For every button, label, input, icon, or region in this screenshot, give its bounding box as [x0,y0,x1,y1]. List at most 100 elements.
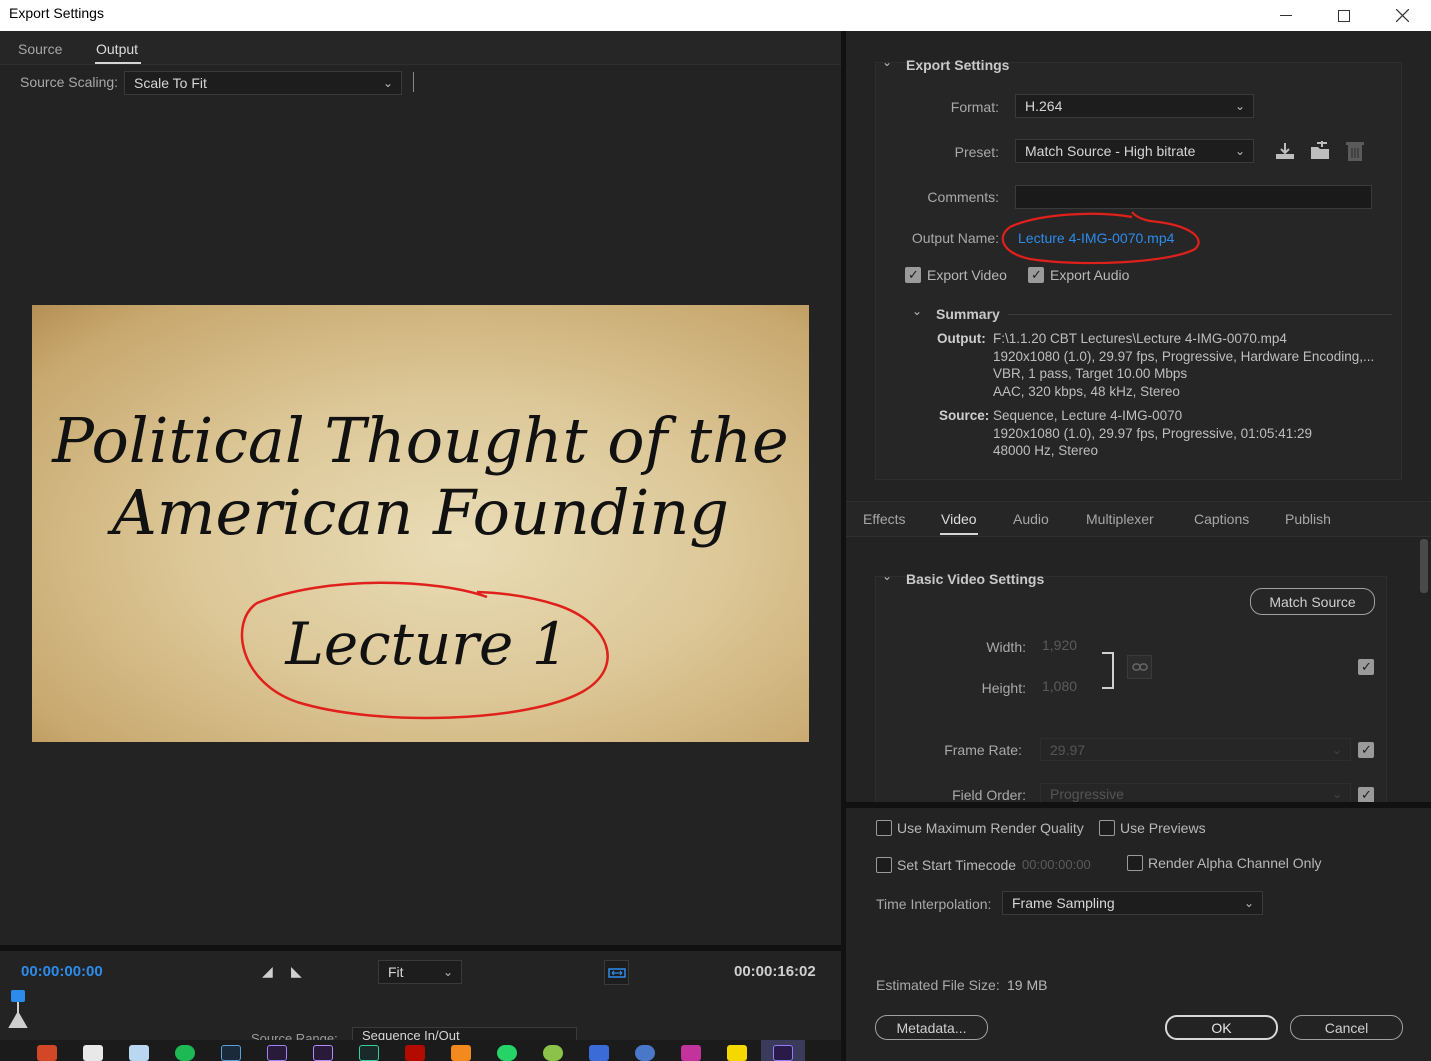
start-timecode-value[interactable]: 00:00:00:00 [1022,857,1091,872]
spotify-icon[interactable] [175,1045,195,1061]
summary-source-line: 48000 Hz, Stereo [993,443,1099,458]
export-video-checkbox[interactable] [905,267,921,283]
premiere-icon[interactable] [267,1045,287,1061]
ok-button[interactable]: OK [1165,1015,1278,1040]
video-preview-frame: Political Thought of the American Foundi… [32,305,809,742]
summary-output-line: 1920x1080 (1.0), 29.97 fps, Progressive,… [993,348,1375,364]
tab-audio[interactable]: Audio [1013,511,1049,527]
scrollbar-thumb[interactable] [1420,539,1428,593]
tab-publish[interactable]: Publish [1285,511,1331,527]
browser-icon[interactable] [635,1045,655,1061]
comments-input[interactable] [1015,185,1372,209]
cancel-button[interactable]: Cancel [1290,1015,1403,1040]
chevron-down-icon: ⌄ [1234,144,1245,158]
width-value[interactable]: 1,920 [1042,637,1077,653]
max-render-quality-label: Use Maximum Render Quality [897,820,1084,836]
height-label: Height: [981,680,1026,696]
start-timecode-checkbox[interactable] [876,857,892,873]
frame-rate-dropdown[interactable]: 29.97 ⌄ [1040,738,1351,761]
media-encoder-icon[interactable] [773,1045,793,1061]
media-icon[interactable] [681,1045,701,1061]
minimize-button[interactable] [1257,0,1315,31]
mark-in-icon[interactable]: ◢ [262,963,273,980]
use-previews-checkbox[interactable] [1099,820,1115,836]
chevron-down-icon: ⌄ [382,76,393,90]
window-app-icon[interactable] [589,1045,609,1061]
duration-timecode: 00:00:16:02 [734,963,816,980]
audition-icon[interactable] [359,1045,379,1061]
save-preset-icon[interactable] [1274,141,1296,161]
export-settings-header: Export Settings [906,57,1010,73]
export-audio-checkbox[interactable] [1028,267,1044,283]
snipping-tool-icon[interactable] [129,1045,149,1061]
after-effects-icon[interactable] [313,1045,333,1061]
width-height-match-checkbox[interactable] [1358,659,1374,675]
summary-output-key: Output: [937,331,986,346]
aspect-toggle-button[interactable] [604,960,629,985]
import-preset-icon[interactable] [1309,141,1331,161]
summary-output-line: VBR, 1 pass, Target 10.00 Mbps [993,366,1188,381]
collapse-summary-icon[interactable]: ⌄ [912,304,922,318]
sublime-icon[interactable] [451,1045,471,1061]
tab-effects[interactable]: Effects [863,511,906,527]
summary-source-line: Sequence, Lecture 4-IMG-0070 [993,408,1183,423]
sticky-notes-icon[interactable] [727,1045,747,1061]
bottom-separator [846,802,1431,808]
chevron-down-icon: ⌄ [442,965,453,979]
match-source-button[interactable]: Match Source [1250,588,1375,615]
tab-source[interactable]: Source [18,41,62,57]
max-render-quality-checkbox[interactable] [876,820,892,836]
mark-out-icon[interactable]: ◣ [291,963,302,980]
field-order-dropdown[interactable]: Progressive ⌄ [1040,783,1351,804]
preset-value: Match Source - High bitrate [1025,143,1196,159]
tab-output[interactable]: Output [96,41,138,57]
close-button[interactable] [1373,0,1431,31]
powerpoint-icon[interactable] [37,1045,57,1061]
whatsapp-icon[interactable] [497,1045,517,1061]
format-label: Format: [950,99,999,115]
summary-source-lines: Sequence, Lecture 4-IMG-0070 1920x1080 (… [993,407,1388,460]
timeline-separator [0,945,841,951]
maximize-button[interactable] [1315,0,1373,31]
lightroom-icon[interactable] [221,1045,241,1061]
current-timecode[interactable]: 00:00:00:00 [21,963,103,980]
preset-label: Preset: [954,144,999,160]
chevron-down-icon: ⌄ [1331,786,1342,801]
calculator-icon[interactable] [83,1045,103,1061]
summary-header: Summary [936,306,1000,322]
tab-multiplexer[interactable]: Multiplexer [1086,511,1154,527]
start-timecode-label: Set Start Timecode [897,857,1017,873]
chevron-down-icon: ⌄ [1243,896,1254,910]
delete-preset-icon[interactable] [1345,140,1365,162]
alpha-only-label: Render Alpha Channel Only [1148,855,1322,871]
summary-source-line: 1920x1080 (1.0), 29.97 fps, Progressive,… [993,425,1312,441]
frame-rate-match-checkbox[interactable] [1358,742,1374,758]
app-icon[interactable] [543,1045,563,1061]
alpha-only-checkbox[interactable] [1127,855,1143,871]
export-video-label: Export Video [927,267,1007,283]
format-dropdown[interactable]: H.264 ⌄ [1015,94,1254,118]
use-previews-label: Use Previews [1120,820,1206,836]
acrobat-icon[interactable] [405,1045,425,1061]
collapse-basic-video-icon[interactable]: ⌄ [882,569,892,583]
source-range-dropdown[interactable]: Sequence In/Out [352,1027,577,1041]
preset-dropdown[interactable]: Match Source - High bitrate ⌄ [1015,139,1254,163]
source-scaling-dropdown[interactable]: Scale To Fit ⌄ [124,71,402,95]
playhead-handle[interactable] [8,989,36,1029]
field-order-match-checkbox[interactable] [1358,787,1374,803]
time-interpolation-dropdown[interactable]: Frame Sampling ⌄ [1002,891,1263,915]
tab-video-underline [940,533,978,535]
aspect-icon [607,967,626,978]
summary-rule [1008,314,1392,315]
tab-video[interactable]: Video [941,511,977,527]
metadata-button[interactable]: Metadata... [875,1015,988,1040]
collapse-export-settings-icon[interactable]: ⌄ [882,55,892,69]
constrain-proportions-button[interactable] [1127,655,1152,679]
annotation-circle-output-name [1001,211,1200,265]
tab-captions[interactable]: Captions [1194,511,1249,527]
summary-source-key: Source: [939,408,990,423]
output-name-label: Output Name: [911,230,999,246]
zoom-dropdown[interactable]: Fit ⌄ [378,960,462,984]
maximize-icon [1338,9,1350,22]
height-value[interactable]: 1,080 [1042,678,1077,694]
